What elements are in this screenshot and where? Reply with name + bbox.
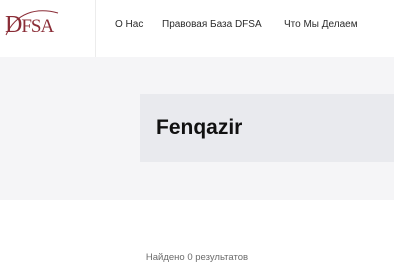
nav-legal-base[interactable]: Правовая База DFSA [162, 18, 262, 32]
page-title: Fenqazir [156, 116, 243, 139]
logo-mark: DFSA [5, 12, 54, 38]
hero-banner: Fenqazir [0, 57, 394, 200]
title-box: Fenqazir [140, 94, 394, 162]
dfsa-logo[interactable]: DFSA [0, 0, 96, 57]
site-header: DFSA О Нас Правовая База DFSA Что Мы Дел… [0, 0, 394, 57]
nav-about[interactable]: О Нас [115, 18, 143, 32]
search-results-count: Найдено 0 результатов [145, 252, 249, 263]
nav-what-we-do[interactable]: Что Мы Делаем [284, 18, 358, 32]
